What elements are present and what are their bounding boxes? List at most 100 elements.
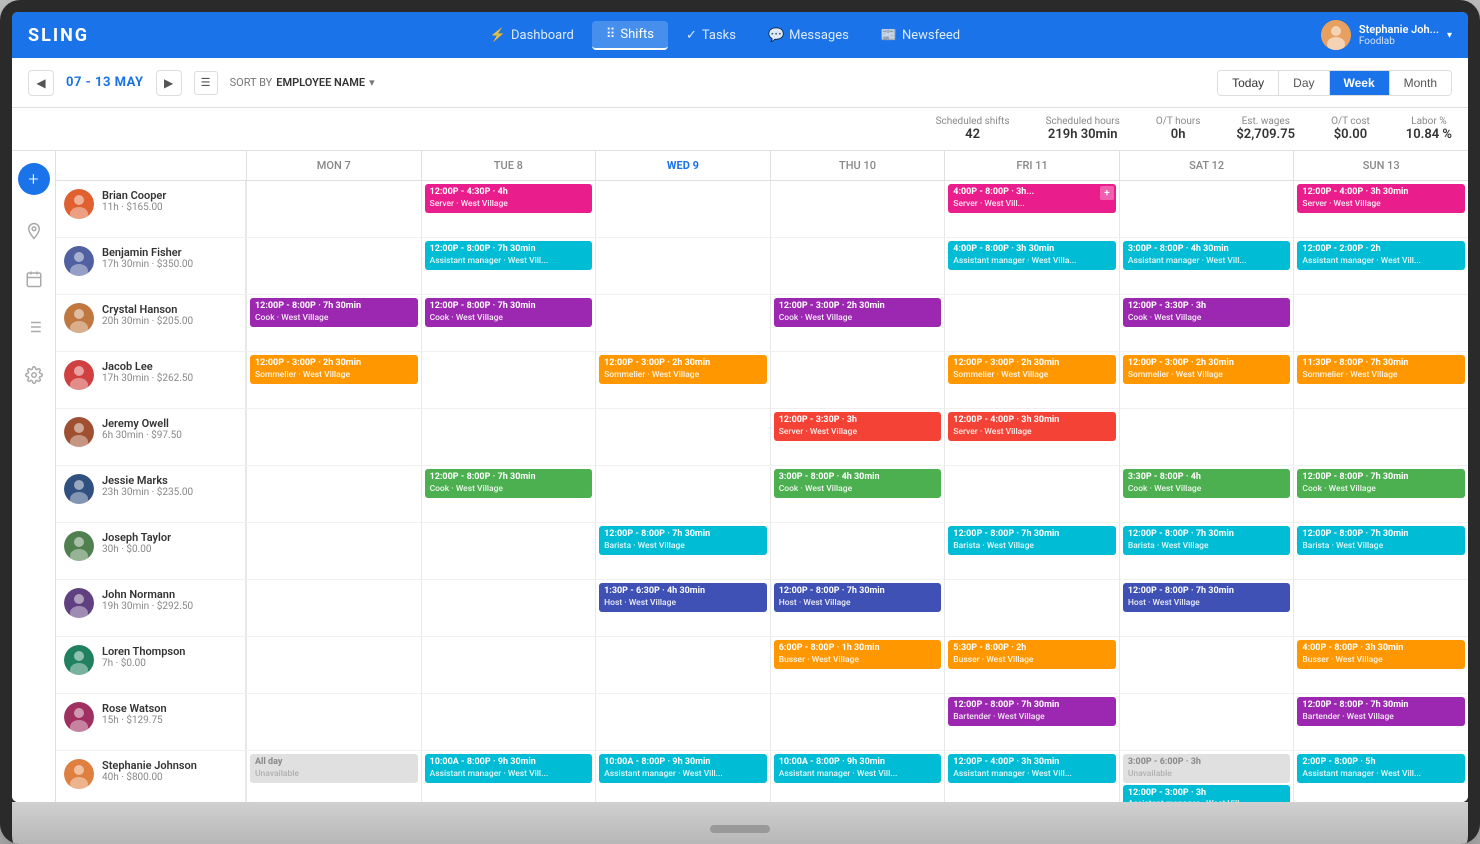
shift-block[interactable]: 12:00P - 3:00P · 2h 30minSommelier · Wes… [599,355,767,384]
shift-cell[interactable] [246,523,421,579]
list-icon[interactable] [18,311,50,343]
shift-block[interactable]: 11:30P - 8:00P · 7h 30minSommelier · Wes… [1297,355,1465,384]
shift-cell[interactable]: 4:00P - 8:00P · 3h 30minBusser · West Vi… [1293,637,1468,693]
shift-cell[interactable] [246,238,421,294]
shift-cell[interactable] [944,466,1119,522]
shift-cell[interactable]: 12:00P - 8:00P · 7h 30minBarista · West … [1119,523,1294,579]
shift-block[interactable]: 12:00P - 4:00P · 3h 30minServer · West V… [1297,184,1465,213]
shift-block[interactable]: 12:00P - 4:00P · 3h 30minAssistant manag… [948,754,1116,783]
shift-block[interactable]: 12:00P - 3:00P · 2h 30minSommelier · Wes… [250,355,418,384]
day-view-button[interactable]: Day [1279,71,1329,95]
shift-cell[interactable]: 3:00P - 6:00P · 3hUnavailable12:00P - 3:… [1119,751,1294,802]
shift-cell[interactable]: 12:00P - 8:00P · 7h 30minHost · West Vil… [1119,580,1294,636]
shift-cell[interactable] [246,466,421,522]
shift-cell[interactable] [1293,295,1468,351]
shift-cell[interactable] [421,352,596,408]
shift-cell[interactable]: 12:00P - 8:00P · 7h 30minBarista · West … [944,523,1119,579]
shift-cell[interactable] [421,409,596,465]
shift-block[interactable]: 12:00P - 8:00P · 7h 30minCook · West Vil… [1297,469,1465,498]
shift-cell[interactable] [246,637,421,693]
shift-cell[interactable] [1293,580,1468,636]
shift-cell[interactable]: 12:00P - 3:00P · 2h 30minSommelier · Wes… [1119,352,1294,408]
shift-cell[interactable] [595,409,770,465]
shift-cell[interactable]: 3:30P - 8:00P · 4hCook · West Village [1119,466,1294,522]
shift-block[interactable]: 12:00P - 2:00P · 2hAssistant manager · W… [1297,241,1465,270]
shift-cell[interactable]: 12:00P - 8:00P · 7h 30minAssistant manag… [421,238,596,294]
shift-block[interactable]: 10:00A - 8:00P · 9h 30minAssistant manag… [425,754,593,783]
shift-cell[interactable]: 12:00P - 8:00P · 7h 30minBarista · West … [595,523,770,579]
location-icon[interactable] [18,215,50,247]
shift-block[interactable]: 12:00P - 8:00P · 7h 30minCook · West Vil… [425,469,593,498]
shift-cell[interactable]: 10:00A - 8:00P · 9h 30minAssistant manag… [421,751,596,802]
shift-cell[interactable] [595,694,770,750]
shift-block[interactable]: 1:30P - 6:30P · 4h 30minHost · West Vill… [599,583,767,612]
nav-user[interactable]: Stephanie Joh... Foodlab ▾ [1321,20,1452,50]
shift-cell[interactable]: 12:00P - 4:00P · 3h 30minServer · West V… [944,409,1119,465]
add-shift-button[interactable]: + [18,163,50,195]
shift-cell[interactable]: 12:00P - 3:00P · 2h 30minSommelier · Wes… [595,352,770,408]
shift-cell[interactable] [770,238,945,294]
shift-cell[interactable]: 12:00P - 8:00P · 7h 30minCook · West Vil… [246,295,421,351]
shift-cell[interactable] [1119,409,1294,465]
shift-cell[interactable] [246,181,421,237]
next-week-button[interactable]: ▶ [156,70,182,96]
shift-block[interactable]: 12:00P - 8:00P · 7h 30minBartender · Wes… [1297,697,1465,726]
shift-block[interactable]: 4:00P - 8:00P · 3h...Server · West Vill.… [948,184,1116,213]
shift-block[interactable]: 12:00P - 3:30P · 3hCook · West Village [1123,298,1291,327]
shift-block[interactable]: 12:00P - 8:00P · 7h 30minBarista · West … [1123,526,1291,555]
prev-week-button[interactable]: ◀ [28,70,54,96]
shift-block[interactable]: 3:00P - 8:00P · 4h 30minAssistant manage… [1123,241,1291,270]
shift-block[interactable]: 12:00P - 4:00P · 3h 30minServer · West V… [948,412,1116,441]
settings-icon[interactable] [18,359,50,391]
shift-cell[interactable]: 12:00P - 2:00P · 2hAssistant manager · W… [1293,238,1468,294]
unavailable-block[interactable]: All dayUnavailable [250,754,418,783]
shift-cell[interactable]: 10:00A - 8:00P · 9h 30minAssistant manag… [770,751,945,802]
shift-cell[interactable]: 12:00P - 4:30P · 4hServer · West Village [421,181,596,237]
shift-cell[interactable] [944,580,1119,636]
nav-messages[interactable]: 💬 Messages [754,22,863,49]
shift-cell[interactable] [246,694,421,750]
shift-block[interactable]: 12:00P - 8:00P · 7h 30minCook · West Vil… [425,298,593,327]
shift-block[interactable]: 6:00P - 8:00P · 1h 30minBusser · West Vi… [774,640,942,669]
shift-block[interactable]: 12:00P - 3:00P · 2h 30minSommelier · Wes… [1123,355,1291,384]
shift-cell[interactable]: 4:00P - 8:00P · 3h...Server · West Vill.… [944,181,1119,237]
nav-newsfeed[interactable]: 📰 Newsfeed [867,22,974,49]
shift-block[interactable]: 12:00P - 8:00P · 7h 30minHost · West Vil… [1123,583,1291,612]
shift-cell[interactable]: 3:00P - 8:00P · 4h 30minAssistant manage… [1119,238,1294,294]
schedule-icon[interactable] [18,263,50,295]
shift-cell[interactable] [421,694,596,750]
shift-cell[interactable]: 10:00A - 8:00P · 9h 30minAssistant manag… [595,751,770,802]
shift-block[interactable]: 12:00P - 8:00P · 7h 30minHost · West Vil… [774,583,942,612]
shift-cell[interactable]: 12:00P - 4:00P · 3h 30minServer · West V… [1293,181,1468,237]
shift-cell[interactable]: 12:00P - 8:00P · 7h 30minCook · West Vil… [421,295,596,351]
shift-cell[interactable]: 5:30P - 8:00P · 2hBusser · West Village [944,637,1119,693]
shift-cell[interactable] [770,181,945,237]
shift-cell[interactable] [595,637,770,693]
shift-cell[interactable] [770,523,945,579]
shift-cell[interactable] [421,637,596,693]
shift-block[interactable]: 4:00P - 8:00P · 3h 30minAssistant manage… [948,241,1116,270]
shift-cell[interactable]: 12:00P - 3:30P · 3hCook · West Village [1119,295,1294,351]
shift-cell[interactable] [246,409,421,465]
shift-cell[interactable] [770,694,945,750]
shift-cell[interactable]: 12:00P - 3:00P · 2h 30minCook · West Vil… [770,295,945,351]
month-view-button[interactable]: Month [1390,71,1451,95]
shift-cell[interactable] [246,580,421,636]
shift-block[interactable]: 12:00P - 8:00P · 7h 30minBarista · West … [1297,526,1465,555]
shift-block[interactable]: 10:00A - 8:00P · 9h 30minAssistant manag… [774,754,942,783]
shift-block[interactable]: 3:00P - 8:00P · 4h 30minCook · West Vill… [774,469,942,498]
shift-cell[interactable]: All dayUnavailable [246,751,421,802]
shift-block[interactable]: 5:30P - 8:00P · 2hBusser · West Village [948,640,1116,669]
shift-cell[interactable]: 1:30P - 6:30P · 4h 30minHost · West Vill… [595,580,770,636]
shift-cell[interactable] [595,238,770,294]
shift-cell[interactable] [1119,694,1294,750]
shift-cell[interactable]: 12:00P - 8:00P · 7h 30minBarista · West … [1293,523,1468,579]
week-view-button[interactable]: Week [1330,71,1390,95]
shift-cell[interactable]: 12:00P - 8:00P · 7h 30minCook · West Vil… [1293,466,1468,522]
shift-cell[interactable]: 6:00P - 8:00P · 1h 30minBusser · West Vi… [770,637,945,693]
shift-block[interactable]: 12:00P - 8:00P · 7h 30minBarista · West … [599,526,767,555]
shift-block[interactable]: 12:00P - 3:00P · 2h 30minCook · West Vil… [774,298,942,327]
shift-cell[interactable] [1293,409,1468,465]
sort-value[interactable]: EMPLOYEE NAME [276,76,365,89]
shift-block[interactable]: 12:00P - 4:30P · 4hServer · West Village [425,184,593,213]
